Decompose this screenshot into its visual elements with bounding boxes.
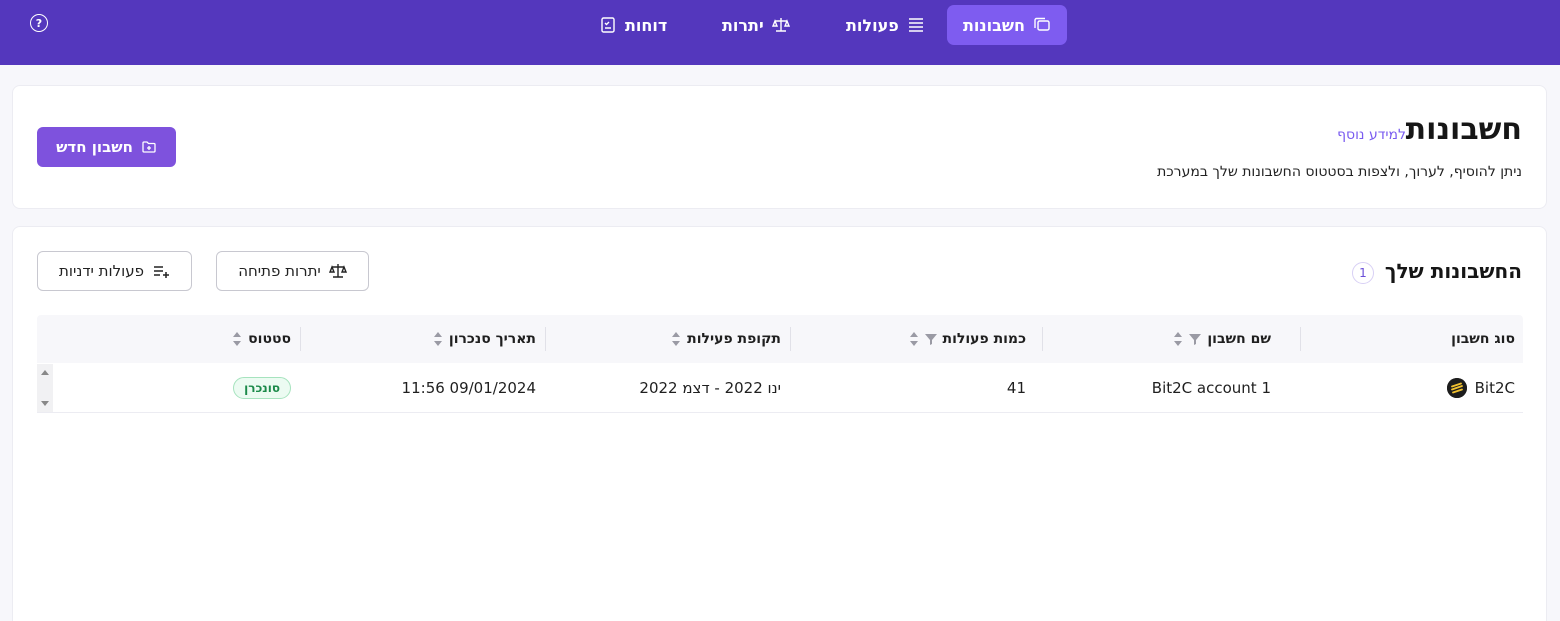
learn-more-link[interactable]: למידע נוסף xyxy=(1337,127,1406,143)
col-label: תאריך סנכרון xyxy=(448,331,536,347)
column-divider xyxy=(545,327,546,351)
cell-text: Bit2C xyxy=(1474,379,1515,397)
cell-account-name: Bit2C account 1 xyxy=(1152,364,1271,412)
col-account-name: שם חשבון xyxy=(1173,315,1271,363)
col-label: כמות פעולות xyxy=(942,331,1026,347)
sort-icon[interactable] xyxy=(433,331,443,347)
table-scrollbar[interactable] xyxy=(37,364,53,412)
cell-text: 41 xyxy=(1006,379,1026,397)
col-label: סטטוס xyxy=(248,331,291,347)
column-divider xyxy=(1300,327,1301,351)
page-subtitle: ניתן להוסיף, לערוך, ולצפות בסטטוס החשבונ… xyxy=(1157,164,1522,180)
bit2c-logo-icon xyxy=(1446,378,1467,398)
opening-balances-label: יתרות פתיחה xyxy=(238,262,321,280)
folder-plus-icon xyxy=(142,141,156,153)
list-plus-icon xyxy=(153,266,169,278)
col-activity-period: תקופת פעילות xyxy=(671,315,781,363)
cell-sync-date: 11:56 09/01/2024 xyxy=(402,364,536,412)
nav-accounts[interactable]: חשבונות xyxy=(947,5,1068,45)
cell-activity-period: ינו 2022 - דצמ 2022 xyxy=(639,364,781,412)
cell-status: סונכרן xyxy=(233,364,291,412)
table-row[interactable]: Bit2C Bit2C account 1 41 ינו 2022 - דצמ … xyxy=(37,364,1523,413)
col-label: סוג חשבון xyxy=(1451,331,1515,347)
cell-text: 11:56 09/01/2024 xyxy=(401,379,536,397)
new-account-label: חשבון חדש xyxy=(56,138,133,156)
status-badge: סונכרן xyxy=(233,377,291,399)
section-title: החשבונות שלך xyxy=(1384,259,1522,283)
nav-label: פעולות xyxy=(846,15,899,35)
nav-label: דוחות xyxy=(625,15,668,35)
opening-balances-button[interactable]: יתרות פתיחה xyxy=(216,251,369,291)
scale-icon xyxy=(328,264,347,278)
new-account-button[interactable]: חשבון חדש xyxy=(37,127,176,167)
page-title: חשבונות xyxy=(1405,112,1522,147)
sort-icon[interactable] xyxy=(671,331,681,347)
accounts-card: החשבונות שלך 1 פעולות ידניות יתרות פתיחה… xyxy=(12,226,1547,621)
help-icon[interactable]: ? xyxy=(30,14,48,32)
col-label: תקופת פעילות xyxy=(687,331,781,347)
sort-icon[interactable] xyxy=(232,331,242,347)
column-divider xyxy=(1042,327,1043,351)
column-divider xyxy=(300,327,301,351)
manual-actions-button[interactable]: פעולות ידניות xyxy=(37,251,192,291)
cell-account-type: Bit2C xyxy=(1446,364,1515,412)
nav-balances[interactable]: יתרות xyxy=(706,5,806,45)
sort-icon[interactable] xyxy=(909,331,919,347)
report-icon xyxy=(601,17,615,33)
table-header: סוג חשבון שם חשבון כמות פעולות תקופת פעי… xyxy=(37,315,1523,363)
top-bar: ? דוחות יתרות פעולות חשבונות xyxy=(0,0,1560,65)
col-status: סטטוס xyxy=(232,315,291,363)
accounts-count-badge: 1 xyxy=(1352,262,1374,284)
scroll-up-icon[interactable] xyxy=(41,370,49,375)
cell-text: ינו 2022 - דצמ 2022 xyxy=(639,379,781,397)
cell-actions-count: 41 xyxy=(1007,364,1026,412)
column-divider xyxy=(790,327,791,351)
filter-icon[interactable] xyxy=(924,333,937,345)
scroll-down-icon[interactable] xyxy=(41,401,49,406)
col-sync-date: תאריך סנכרון xyxy=(433,315,536,363)
nav-actions[interactable]: פעולות xyxy=(830,5,941,45)
col-label: שם חשבון xyxy=(1207,331,1271,347)
folders-icon xyxy=(1034,17,1050,31)
nav-label: חשבונות xyxy=(963,15,1026,35)
sort-icon[interactable] xyxy=(1173,331,1183,347)
col-actions-count: כמות פעולות xyxy=(909,315,1026,363)
cell-text: Bit2C account 1 xyxy=(1151,379,1271,397)
manual-actions-label: פעולות ידניות xyxy=(59,262,144,280)
col-account-type: סוג חשבון xyxy=(1451,315,1515,363)
scale-icon xyxy=(771,18,790,32)
nav-reports[interactable]: דוחות xyxy=(583,5,683,45)
list-icon xyxy=(908,18,923,32)
page-header-card: חשבונות למידע נוסף ניתן להוסיף, לערוך, ו… xyxy=(12,85,1547,209)
filter-icon[interactable] xyxy=(1189,333,1202,345)
nav-label: יתרות xyxy=(722,15,764,35)
